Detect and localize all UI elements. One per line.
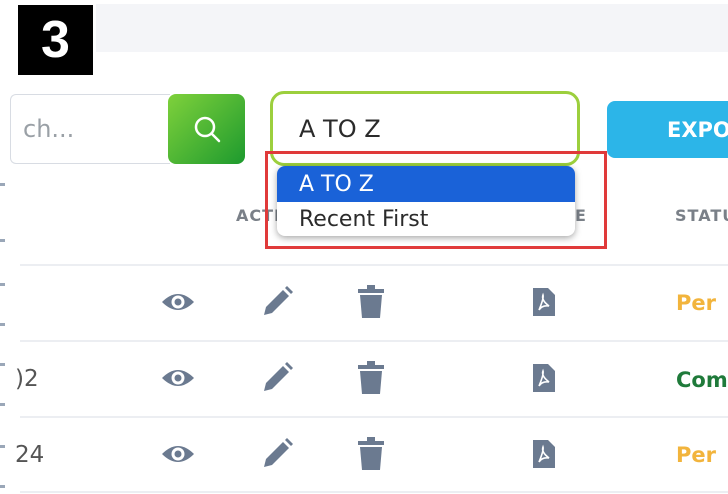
status-text: Com	[676, 368, 728, 392]
row-divider	[20, 416, 728, 418]
sort-select[interactable]: A TO Z	[270, 91, 580, 166]
step-number-badge: 3	[18, 5, 93, 75]
left-edge-markers	[0, 155, 6, 494]
trash-icon[interactable]	[357, 285, 385, 319]
pdf-icon[interactable]	[533, 440, 555, 468]
sort-select-value: A TO Z	[299, 114, 381, 143]
top-bar	[96, 4, 728, 52]
column-header-file: E	[575, 206, 587, 225]
status-text: Per	[676, 443, 716, 467]
eye-icon[interactable]	[160, 364, 196, 392]
dropdown-option-a-to-z[interactable]: A TO Z	[277, 166, 575, 202]
trash-icon[interactable]	[357, 437, 385, 471]
search-button[interactable]	[168, 94, 245, 164]
row-id: )2	[15, 366, 39, 392]
row-divider	[20, 491, 728, 493]
row-id: 24	[15, 442, 45, 468]
search-input[interactable]: ch...	[10, 94, 170, 164]
export-button[interactable]: EXPO	[607, 101, 728, 158]
column-header-actions: ACTI	[236, 206, 281, 225]
export-button-label: EXPO	[667, 117, 728, 142]
sort-dropdown-menu: A TO Z Recent First	[277, 166, 575, 236]
dropdown-option-recent-first[interactable]: Recent First	[277, 202, 575, 236]
trash-icon[interactable]	[357, 361, 385, 395]
eye-icon[interactable]	[160, 440, 196, 468]
pdf-icon[interactable]	[533, 288, 555, 316]
row-divider	[20, 340, 728, 342]
eye-icon[interactable]	[160, 288, 196, 316]
pencil-icon[interactable]	[260, 437, 294, 471]
search-placeholder: ch...	[23, 115, 75, 143]
pdf-icon[interactable]	[533, 364, 555, 392]
row-divider	[20, 264, 728, 266]
column-header-status: STATU	[675, 206, 728, 225]
pencil-icon[interactable]	[260, 285, 294, 319]
search-icon	[194, 116, 220, 143]
status-text: Per	[676, 291, 716, 315]
pencil-icon[interactable]	[260, 361, 294, 395]
